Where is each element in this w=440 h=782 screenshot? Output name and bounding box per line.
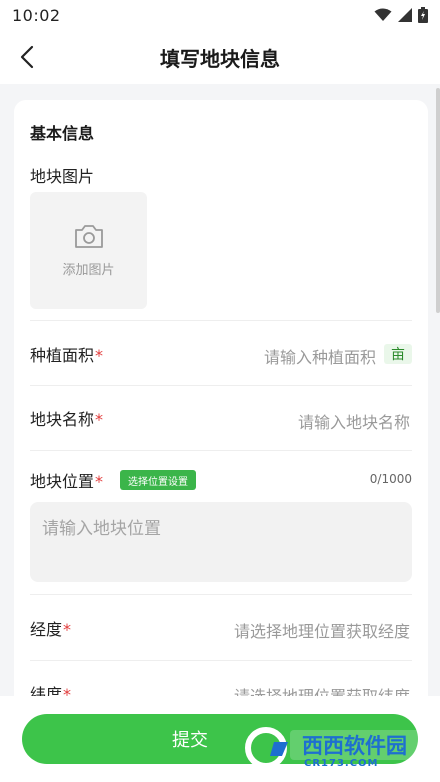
divider [30, 660, 412, 661]
location-textarea[interactable]: 请输入地块位置 [30, 502, 412, 582]
submit-label: 提交 [172, 730, 208, 751]
name-label: 地块名称* [30, 410, 104, 429]
divider [30, 594, 412, 595]
area-label: 种植面积* [30, 346, 104, 365]
form-scroll-area[interactable]: 基本信息 地块图片 添加图片 种植面积* 请输入种植面积 亩 地块名称* 请输入… [0, 84, 440, 696]
location-label: 地块位置* [30, 472, 104, 491]
section-title: 基本信息 [30, 124, 95, 143]
status-time: 10:02 [12, 5, 61, 25]
add-photo-button[interactable]: 添加图片 [30, 192, 147, 309]
battery-icon [418, 7, 428, 23]
divider [30, 450, 412, 451]
select-location-button[interactable]: 选择位置设置 [120, 470, 196, 490]
latitude-input[interactable]: 请选择地理位置获取纬度 [234, 683, 410, 696]
divider [30, 320, 412, 321]
char-count: 0/1000 [369, 472, 412, 486]
scrollbar[interactable] [436, 88, 440, 313]
signal-icon [398, 8, 412, 22]
wifi-icon [374, 8, 392, 21]
area-unit-badge: 亩 [384, 344, 412, 364]
chevron-left-icon [20, 45, 34, 69]
submit-button[interactable]: 提交 [22, 714, 418, 764]
page-title: 填写地块信息 [160, 46, 280, 71]
divider [30, 385, 412, 386]
nav-bar: 填写地块信息 [0, 30, 440, 84]
status-bar: 10:02 [0, 0, 440, 30]
back-button[interactable] [10, 40, 44, 74]
basic-info-card: 基本信息 地块图片 添加图片 种植面积* 请输入种植面积 亩 地块名称* 请输入… [14, 100, 428, 696]
add-photo-label: 添加图片 [62, 263, 115, 278]
bottom-bar: 提交 [0, 696, 440, 782]
longitude-input[interactable]: 请选择地理位置获取经度 [234, 618, 410, 642]
camera-icon [74, 225, 103, 248]
latitude-label: 纬度* [30, 685, 72, 696]
photo-label: 地块图片 [30, 167, 95, 186]
area-input[interactable]: 请输入种植面积 [264, 344, 376, 368]
status-icons [374, 7, 428, 23]
name-input[interactable]: 请输入地块名称 [298, 409, 410, 433]
longitude-label: 经度* [30, 620, 72, 639]
